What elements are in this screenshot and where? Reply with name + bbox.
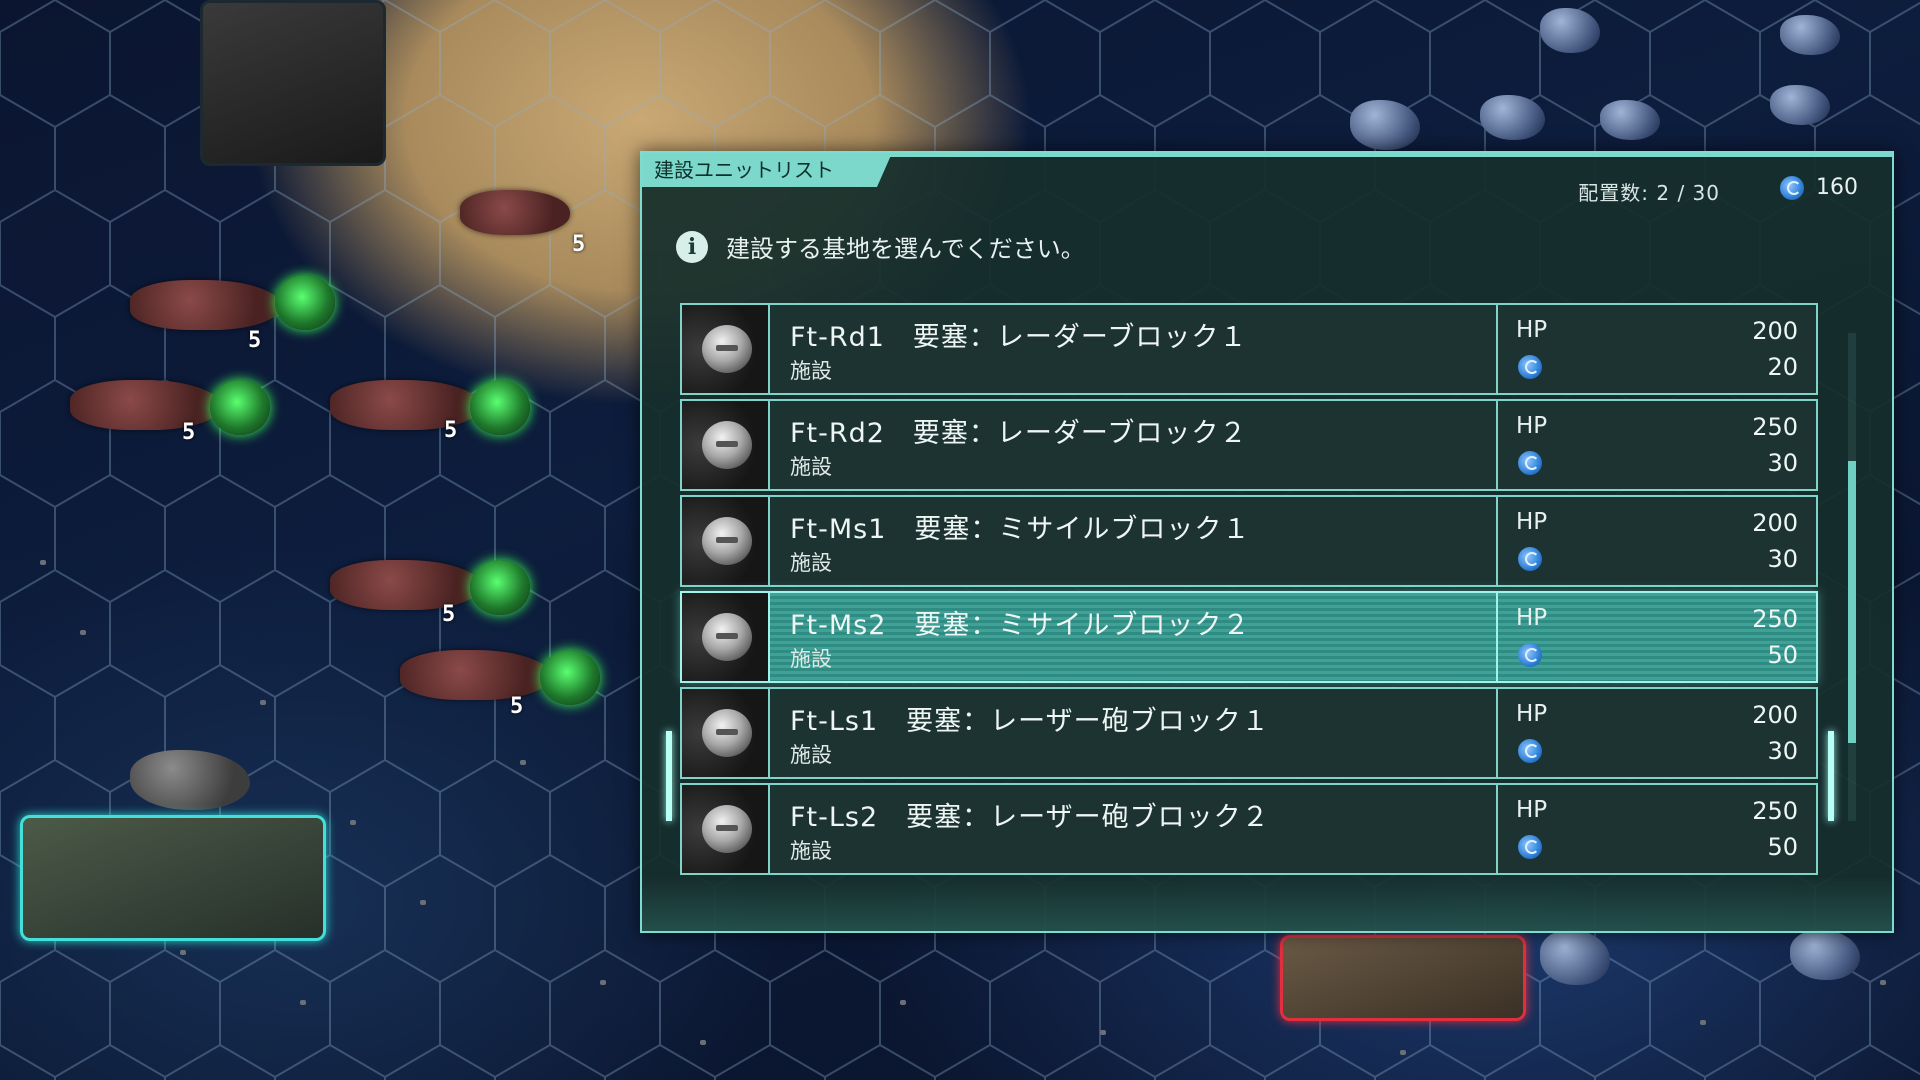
hp-value: 250 bbox=[1752, 797, 1798, 825]
friendly-unit[interactable] bbox=[1280, 935, 1526, 1021]
resource-icon bbox=[1518, 739, 1542, 763]
unit-count: 5 bbox=[182, 420, 196, 445]
unit-type: 施設 bbox=[790, 647, 832, 671]
unit-thumbnail bbox=[682, 305, 770, 393]
unit-row[interactable]: Ft-Rd1 要塞：レーダーブロック１ 施設 HP 200 20 bbox=[680, 303, 1818, 395]
unit-thumbnail bbox=[682, 401, 770, 489]
friendly-unit[interactable] bbox=[20, 815, 326, 941]
panel-footer bbox=[642, 877, 1892, 931]
deploy-count: 配置数: 2 / 30 bbox=[1578, 181, 1720, 205]
enemy-unit[interactable]: 5 bbox=[330, 360, 550, 460]
enemy-unit[interactable]: 5 bbox=[330, 540, 550, 640]
info-icon: i bbox=[676, 230, 708, 263]
unit-count: 5 bbox=[442, 602, 456, 627]
unit-name: Ft-Ms2 要塞：ミサイルブロック２ bbox=[790, 610, 1251, 641]
unit-count: 5 bbox=[444, 418, 458, 443]
resource-icon bbox=[1780, 175, 1804, 200]
hp-label: HP bbox=[1516, 605, 1548, 631]
selection-bracket-left bbox=[666, 731, 672, 821]
hp-label: HP bbox=[1516, 413, 1548, 439]
hp-value: 200 bbox=[1752, 701, 1798, 729]
cost-value: 30 bbox=[1767, 449, 1798, 477]
resource-value: 160 bbox=[1816, 175, 1858, 200]
unit-type: 施設 bbox=[790, 839, 832, 863]
hp-label: HP bbox=[1516, 797, 1548, 823]
unit-row[interactable]: Ft-Ls1 要塞：レーザー砲ブロック１ 施設 HP 200 30 bbox=[680, 687, 1818, 779]
unit-name: Ft-Ms1 要塞：ミサイルブロック１ bbox=[790, 514, 1251, 545]
unit-count: 5 bbox=[248, 328, 262, 353]
hp-value: 200 bbox=[1752, 509, 1798, 537]
hp-label: HP bbox=[1516, 317, 1548, 343]
construction-unit-list-panel: 建設ユニットリスト 配置数: 2 / 30 160 i 建設する基地を選んでくだ… bbox=[640, 151, 1894, 933]
cost-value: 30 bbox=[1767, 545, 1798, 573]
unit-thumbnail bbox=[682, 497, 770, 585]
resource-display: 160 bbox=[1780, 175, 1858, 200]
resource-icon bbox=[1518, 643, 1542, 667]
scrollbar-thumb[interactable] bbox=[1848, 461, 1856, 743]
unit-name: Ft-Rd2 要塞：レーダーブロック２ bbox=[790, 418, 1248, 449]
cost-value: 50 bbox=[1767, 641, 1798, 669]
enemy-unit[interactable]: 5 bbox=[70, 360, 290, 460]
unit-row[interactable]: Ft-Ms1 要塞：ミサイルブロック１ 施設 HP 200 30 bbox=[680, 495, 1818, 587]
resource-icon bbox=[1518, 355, 1542, 379]
panel-title: 建設ユニットリスト bbox=[642, 153, 892, 187]
unit-row[interactable]: Ft-Rd2 要塞：レーダーブロック２ 施設 HP 250 30 bbox=[680, 399, 1818, 491]
unit-type: 施設 bbox=[790, 455, 832, 479]
unit-name: Ft-Ls1 要塞：レーザー砲ブロック１ bbox=[790, 706, 1270, 737]
hp-value: 200 bbox=[1752, 317, 1798, 345]
selection-bracket-right bbox=[1828, 731, 1834, 821]
enemy-unit[interactable]: 5 bbox=[460, 170, 610, 260]
friendly-unit[interactable] bbox=[200, 0, 386, 166]
cost-value: 50 bbox=[1767, 833, 1798, 861]
unit-thumbnail bbox=[682, 689, 770, 777]
unit-type: 施設 bbox=[790, 551, 832, 575]
enemy-unit[interactable]: 5 bbox=[400, 630, 620, 730]
hp-label: HP bbox=[1516, 701, 1548, 727]
info-text: 建設する基地を選んでください。 bbox=[726, 235, 1085, 263]
unit-type: 施設 bbox=[790, 743, 832, 767]
unit-type: 施設 bbox=[790, 359, 832, 383]
enemy-unit[interactable]: 5 bbox=[130, 260, 350, 360]
hp-label: HP bbox=[1516, 509, 1548, 535]
resource-icon bbox=[1518, 835, 1542, 859]
hp-value: 250 bbox=[1752, 413, 1798, 441]
unit-name: Ft-Ls2 要塞：レーザー砲ブロック２ bbox=[790, 802, 1270, 833]
unit-count: 5 bbox=[510, 694, 524, 719]
unit-row-selected[interactable]: Ft-Ms2 要塞：ミサイルブロック２ 施設 HP 250 50 bbox=[680, 591, 1818, 683]
resource-icon bbox=[1518, 547, 1542, 571]
unit-thumbnail bbox=[682, 593, 770, 681]
hp-value: 250 bbox=[1752, 605, 1798, 633]
resource-icon bbox=[1518, 451, 1542, 475]
unit-list: Ft-Rd1 要塞：レーダーブロック１ 施設 HP 200 20 Ft-Rd2 … bbox=[680, 303, 1818, 879]
unit-name: Ft-Rd1 要塞：レーダーブロック１ bbox=[790, 322, 1248, 353]
unit-thumbnail bbox=[682, 785, 770, 873]
unit-count: 5 bbox=[572, 232, 586, 257]
cost-value: 20 bbox=[1767, 353, 1798, 381]
cost-value: 30 bbox=[1767, 737, 1798, 765]
unit-row[interactable]: Ft-Ls2 要塞：レーザー砲ブロック２ 施設 HP 250 50 bbox=[680, 783, 1818, 875]
info-message: i 建設する基地を選んでください。 bbox=[676, 229, 1085, 264]
